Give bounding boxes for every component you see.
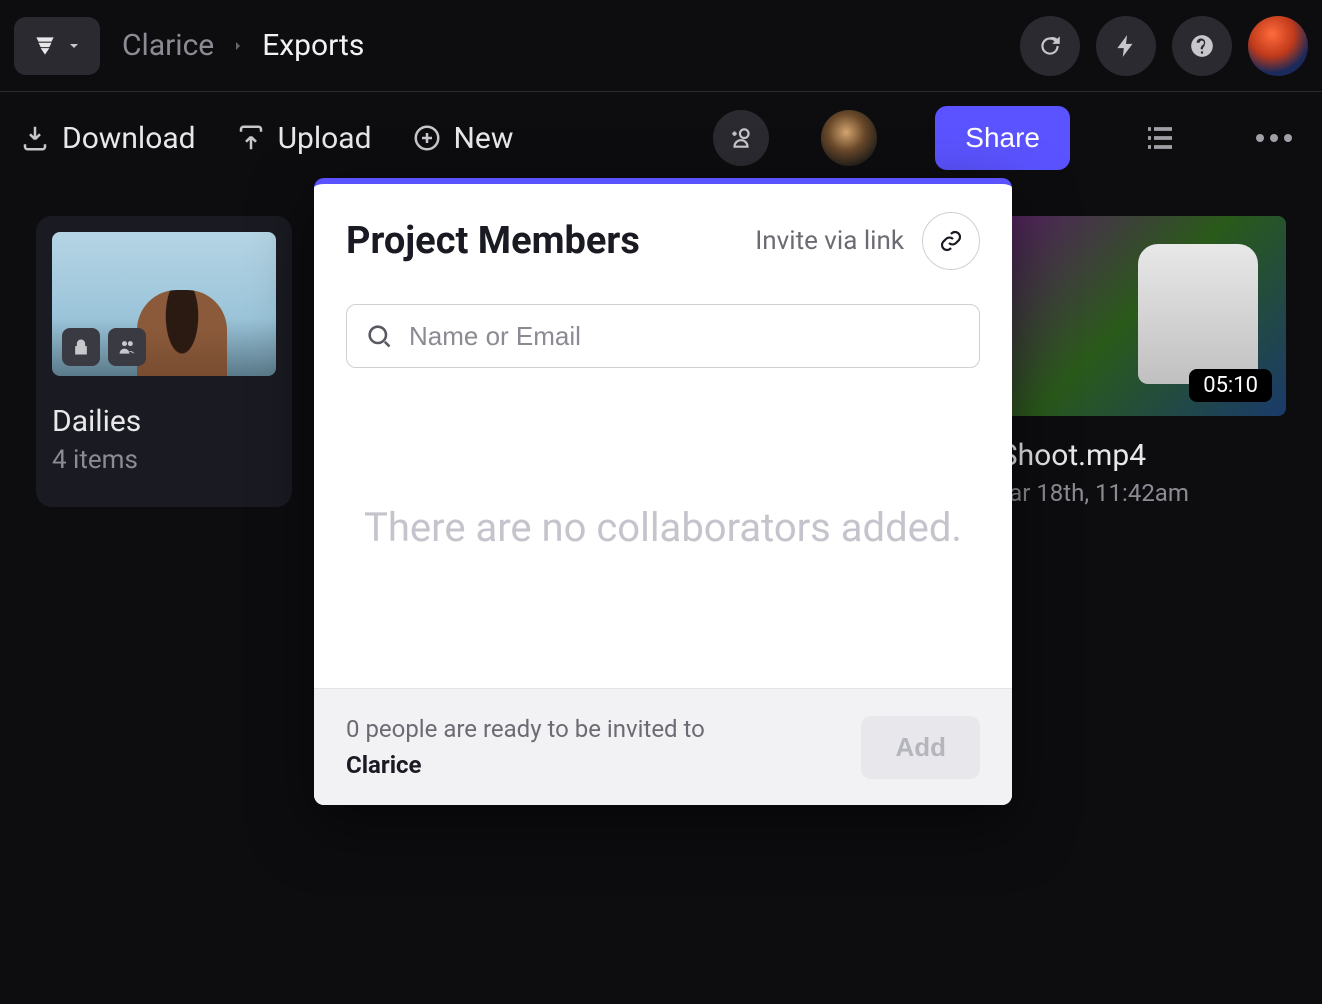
chevron-down-icon [66,38,82,54]
app-logo-icon [32,33,58,59]
invite-via-link-button[interactable]: Invite via link [755,226,904,256]
breadcrumb-clarice[interactable]: Clarice [122,28,214,63]
add-button[interactable]: Add [861,716,980,779]
copy-link-button[interactable] [922,212,980,270]
app-menu-button[interactable] [14,17,100,75]
invite-link-group: Invite via link [755,212,980,270]
help-icon [1189,33,1215,59]
activity-button[interactable] [1096,16,1156,76]
collaborator-avatar[interactable] [821,110,877,166]
help-button[interactable] [1172,16,1232,76]
empty-state-text: There are no collaborators added. [364,501,962,555]
group-badge [108,328,146,366]
list-icon [1142,120,1178,156]
modal-header: Project Members Invite via link [314,184,1012,288]
action-toolbar: Download Upload New Share [0,92,1322,184]
modal-title: Project Members [346,219,640,263]
app-header: Clarice Exports [0,0,1322,92]
invite-summary: 0 people are ready to be invited to Clar… [346,711,705,783]
member-search-input[interactable] [409,321,961,352]
project-members-modal: Project Members Invite via link There ar… [314,178,1012,805]
dot-icon [1270,134,1278,142]
lock-badge [62,328,100,366]
video-title: a Shoot.mp4 [976,438,1286,473]
video-thumbnail: 05:10 [976,216,1286,416]
video-duration: 05:10 [1189,369,1272,402]
plus-circle-icon [412,123,442,153]
new-button[interactable]: New [412,121,514,156]
refresh-button[interactable] [1020,16,1080,76]
new-label: New [454,121,514,156]
share-button[interactable]: Share [935,106,1070,170]
lock-icon [71,337,91,357]
dot-icon [1256,134,1264,142]
video-meta: · Mar 18th, 11:42am [976,479,1286,507]
add-user-button[interactable] [713,110,769,166]
folder-card[interactable]: Dailies 4 items [36,216,292,507]
download-icon [20,123,50,153]
invite-summary-prefix: 0 people are ready to be invited to [346,715,705,743]
download-label: Download [62,121,196,156]
refresh-icon [1037,33,1063,59]
member-search-field[interactable] [346,304,980,368]
link-icon [939,229,963,253]
upload-label: Upload [278,121,372,156]
invite-summary-project: Clarice [346,747,705,783]
user-avatar[interactable] [1248,16,1308,76]
folder-subtitle: 4 items [52,445,276,475]
bolt-icon [1113,33,1139,59]
upload-button[interactable]: Upload [236,121,372,156]
breadcrumb: Clarice Exports [122,28,364,63]
dot-icon [1284,134,1292,142]
download-button[interactable]: Download [20,121,196,156]
breadcrumb-exports[interactable]: Exports [262,28,364,63]
folder-thumbnail [52,232,276,376]
upload-icon [236,123,266,153]
more-button[interactable] [1246,124,1302,152]
modal-footer: 0 people are ready to be invited to Clar… [314,688,1012,805]
group-icon [117,337,137,357]
modal-body: There are no collaborators added. [314,368,1012,688]
view-list-button[interactable] [1138,116,1182,160]
folder-title: Dailies [52,404,276,439]
search-icon [365,322,393,350]
chevron-right-icon [230,38,246,54]
add-user-icon [728,125,754,151]
video-card[interactable]: 05:10 a Shoot.mp4 · Mar 18th, 11:42am [976,216,1286,507]
